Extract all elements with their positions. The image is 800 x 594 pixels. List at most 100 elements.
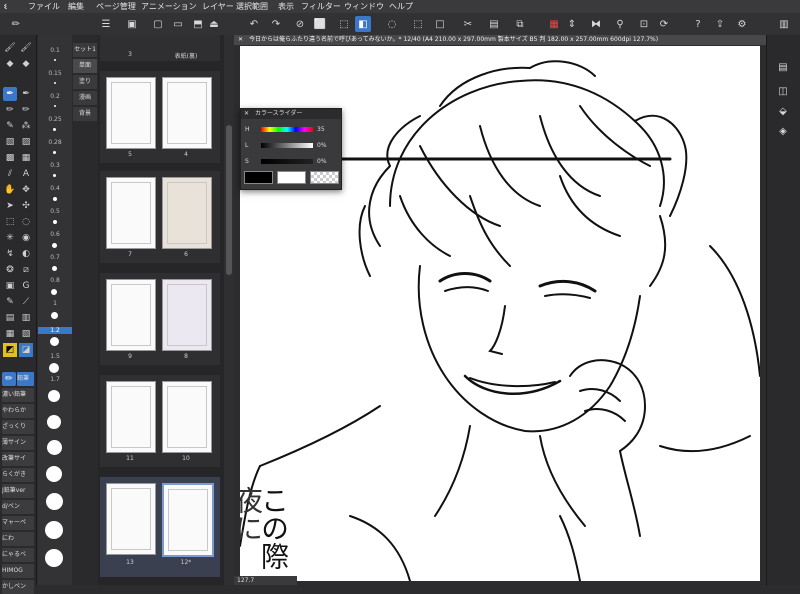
spinner-icon[interactable]: ⇕ [564, 16, 580, 32]
frame-icon[interactable]: ▦ [19, 151, 33, 165]
zoom-readout[interactable]: 127.7 [234, 576, 297, 585]
menu-page-manage[interactable]: ページ管理 [96, 0, 136, 13]
lasso-select-icon[interactable]: ◌ [19, 215, 33, 229]
ruler-tool-icon[interactable]: ⧄ [19, 263, 33, 277]
page-thumbnail[interactable] [162, 279, 212, 351]
fill-tool-icon[interactable]: ▧ [3, 135, 17, 149]
clear-icon[interactable]: ⊘ [292, 16, 308, 32]
subtool-item[interactable]: 鉛筆 [17, 372, 34, 386]
color-icon[interactable]: ▦ [546, 16, 562, 32]
blend-icon[interactable]: ⁂ [19, 119, 33, 133]
main-color-swatch[interactable] [244, 171, 273, 184]
subtool-item[interactable]: かしペン [2, 580, 34, 594]
operation-icon[interactable]: ➤ [3, 199, 17, 213]
app-logo-icon[interactable]: ଽ [4, 0, 7, 13]
flip-icon[interactable]: ⧓ [588, 16, 604, 32]
decoration-icon[interactable]: ❂ [3, 263, 17, 277]
blue-swatch-icon[interactable]: ◪ [19, 343, 33, 357]
menu-animation[interactable]: アニメーション [141, 0, 197, 13]
hue-slider[interactable] [261, 127, 313, 132]
pencil-icon[interactable]: ✏ [3, 103, 17, 117]
page-spread[interactable]: 7 6 [100, 171, 220, 263]
tone-icon[interactable]: ▥ [19, 311, 33, 325]
brush-size-label[interactable]: 0.5 [38, 208, 72, 215]
page-spread[interactable]: 3 表紙(裏) [100, 35, 220, 61]
paste-icon[interactable]: ▤ [486, 16, 502, 32]
ruler-icon[interactable]: ⫽ [3, 167, 17, 181]
menu-help[interactable]: ヘルプ [389, 0, 413, 13]
page-thumbnail-active[interactable] [162, 483, 214, 557]
auto-select-icon[interactable]: ✳ [3, 231, 17, 245]
tab-background[interactable]: 背景 [73, 107, 97, 121]
menu-selection[interactable]: 選択範囲 [236, 0, 268, 13]
layer-panel-icon[interactable]: ▤ [775, 59, 791, 75]
subtool-item[interactable]: マャーペ [2, 516, 34, 530]
menu-edit[interactable]: 編集 [68, 0, 84, 13]
tab-single[interactable]: 単面 [73, 59, 97, 73]
menu-filter[interactable]: フィルター [301, 0, 341, 13]
snap-icon[interactable]: ◧ [355, 16, 371, 32]
eraser-icon[interactable]: ◆ [3, 57, 17, 71]
tab-paint[interactable]: 塗り [73, 75, 97, 89]
page-thumbnail[interactable] [106, 381, 156, 453]
help-icon[interactable]: ? [690, 16, 706, 32]
layer-icon[interactable]: ▤ [3, 311, 17, 325]
fit-icon[interactable]: ⊡ [636, 16, 652, 32]
close-icon[interactable]: ✕ [241, 110, 249, 117]
page-spread[interactable]: 11 10 [100, 375, 220, 467]
sub-color-swatch[interactable] [277, 171, 306, 184]
gradient-icon[interactable]: ▨ [19, 135, 33, 149]
brush-size-label[interactable]: 0.2 [38, 93, 72, 100]
menu-view[interactable]: 表示 [278, 0, 294, 13]
frame-border-icon[interactable]: ▣ [3, 279, 17, 293]
brush-size-label[interactable]: 0.15 [38, 70, 72, 77]
hue-value[interactable]: 35 [317, 126, 325, 133]
page-thumbnail[interactable] [106, 77, 156, 149]
brush-size-label[interactable]: 0.25 [38, 116, 72, 123]
brush-size-label[interactable]: 0.8 [38, 277, 72, 284]
menu-layer[interactable]: レイヤー [202, 0, 234, 13]
page-thumbnail[interactable] [106, 279, 156, 351]
page-thumbnail[interactable] [162, 381, 212, 453]
brush-size-label[interactable]: 0.6 [38, 231, 72, 238]
deselect-icon[interactable]: □ [432, 16, 448, 32]
brush-size-label[interactable]: 0.7 [38, 254, 72, 261]
balloon-icon[interactable]: ◐ [19, 247, 33, 261]
select-icon[interactable]: ⬚ [3, 215, 17, 229]
brush-size-label[interactable]: 0.3 [38, 162, 72, 169]
saturation-value[interactable]: 0% [317, 158, 327, 165]
new-file-icon[interactable]: ▢ [150, 16, 166, 32]
eyedropper-icon[interactable]: ◉ [19, 231, 33, 245]
subtool-item[interactable]: らくがき [2, 468, 34, 482]
page-spread-selected[interactable]: 13 12* [100, 477, 220, 577]
zoom-icon[interactable]: ⚲ [612, 16, 628, 32]
fill-layer-icon[interactable]: ⬙ [775, 103, 791, 119]
grid-icon[interactable]: ▧ [19, 327, 33, 341]
subtool-item[interactable]: にわ [2, 532, 34, 546]
texture-icon[interactable]: ▦ [3, 327, 17, 341]
brush-icon[interactable]: 🖌 [19, 41, 33, 55]
redo-icon[interactable]: ↷ [268, 16, 284, 32]
text-tool-icon[interactable]: A [19, 167, 33, 181]
export-icon[interactable]: ⏏ [206, 16, 222, 32]
lightness-slider[interactable] [261, 143, 313, 148]
pen-icon[interactable]: ✒ [19, 87, 33, 101]
transform-icon[interactable]: ⬚ [336, 16, 352, 32]
pen-tool2-icon[interactable]: ⟋ [19, 295, 33, 309]
yellow-swatch-icon[interactable]: ◩ [3, 343, 17, 357]
subtool-item[interactable]: 改筆サイ [2, 452, 34, 466]
subtool-item[interactable]: J鉛筆ver [2, 484, 34, 498]
close-icon[interactable]: ✕ [234, 36, 243, 43]
brush-size-label[interactable]: 0.4 [38, 185, 72, 192]
subtool-item[interactable]: HIMOG [2, 564, 34, 578]
save-icon[interactable]: ⬒ [190, 16, 206, 32]
page-thumbnail[interactable] [106, 177, 156, 249]
subtool-item[interactable]: にゃるべ [2, 548, 34, 562]
hand-icon[interactable]: ✋ [3, 183, 17, 197]
page-scrollbar[interactable] [224, 35, 234, 585]
tab-manga[interactable]: 漫画 [73, 91, 97, 105]
share-icon[interactable]: ⇪ [712, 16, 728, 32]
airbrush-icon[interactable]: ✎ [3, 119, 17, 133]
scrollbar-thumb[interactable] [226, 125, 232, 275]
pen-tool-icon[interactable]: ✒ [3, 87, 17, 101]
